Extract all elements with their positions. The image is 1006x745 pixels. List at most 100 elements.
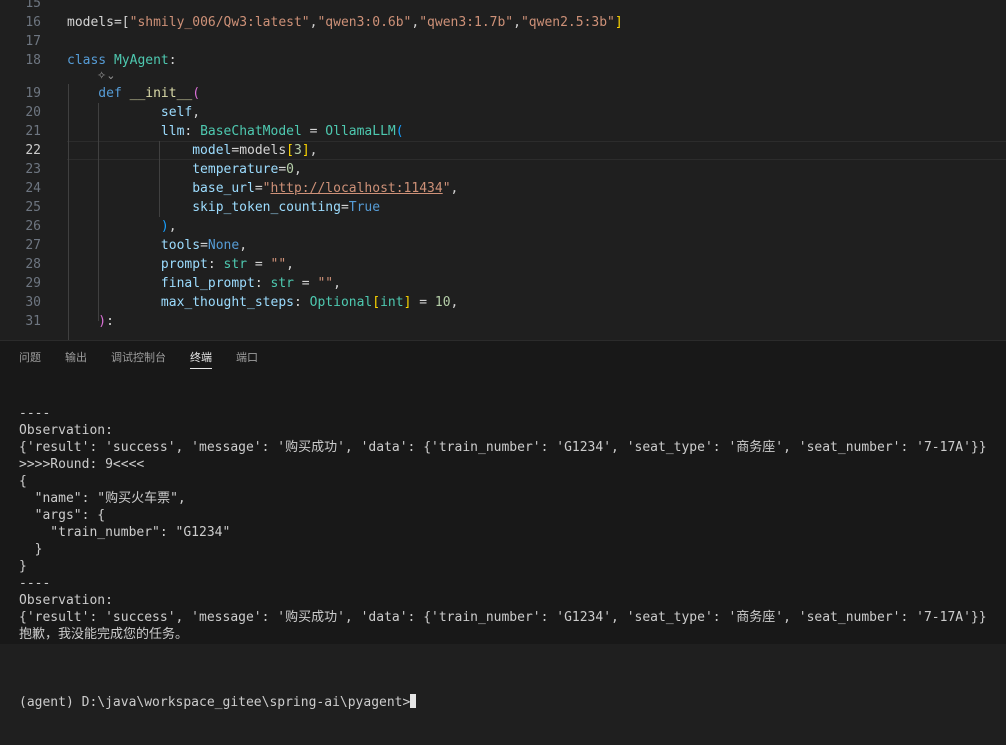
line-number: 27 (25, 238, 41, 253)
code-token: =models (231, 143, 287, 158)
code-line[interactable]: 18 class MyAgent: (0, 51, 1006, 70)
line-number: 19 (25, 86, 41, 101)
line-number: 24 (25, 181, 41, 196)
code-token: str (270, 276, 294, 291)
line-number: 30 (25, 295, 41, 310)
code-text: llm: BaseChatModel = OllamaLLM( (67, 122, 404, 141)
code-token: models=[ (67, 15, 130, 30)
code-token: 3 (294, 143, 302, 158)
terminal-prompt: (agent) D:\java\workspace_gitee\spring-a… (19, 695, 411, 710)
code-line[interactable]: 16 models=["shmily_006/Qw3:latest","qwen3… (0, 13, 1006, 32)
code-token: , (168, 219, 177, 234)
code-token: ( (395, 124, 404, 139)
terminal-line: Observation: (19, 593, 113, 608)
code-token: = (293, 276, 318, 291)
codelens[interactable]: ✧⌄ (97, 69, 115, 83)
code-token: prompt (67, 257, 208, 272)
terminal-output[interactable]: ---- Observation: {'result': 'success', 'm… (19, 371, 1006, 745)
code-line[interactable]: 26 ), (0, 217, 1006, 236)
code-token: "qwen2.5:3b" (520, 15, 615, 30)
code-token: final_prompt (67, 276, 255, 291)
code-token: " (262, 181, 271, 196)
code-token: int (380, 295, 404, 310)
code-token: "qwen3:0.6b" (317, 15, 412, 30)
code-token: "shmily_006/Qw3:latest" (129, 15, 310, 30)
terminal-prompt-line[interactable]: (agent) D:\java\workspace_gitee\spring-a… (19, 694, 1006, 711)
terminal-line: "name": "购买火车票", (19, 491, 186, 506)
code-token: , (192, 105, 201, 120)
code-line[interactable]: 27 tools=None, (0, 236, 1006, 255)
code-text: temperature=0, (67, 160, 302, 179)
code-line[interactable]: 25 skip_token_counting=True (0, 198, 1006, 217)
code-token: self (67, 105, 193, 120)
ai-sparkle-icon[interactable]: ✧⌄ (97, 69, 115, 82)
code-line[interactable]: 20 self, (0, 103, 1006, 122)
code-line[interactable]: 29 final_prompt: str = "", (0, 274, 1006, 293)
line-number: 20 (25, 105, 41, 120)
code-line[interactable]: 15 (0, 0, 1006, 13)
code-text: tools=None, (67, 236, 247, 255)
code-token: : (168, 53, 177, 68)
code-token: temperature (67, 162, 279, 177)
tab-debug-console[interactable]: 调试控制台 (111, 349, 166, 365)
code-token: , (309, 143, 318, 158)
code-token: 0 (286, 162, 294, 177)
code-token: "" (317, 276, 334, 291)
code-line[interactable]: 28 prompt: str = "", (0, 255, 1006, 274)
code-token: = (340, 200, 349, 215)
code-token: None (207, 238, 240, 253)
code-token: ) (67, 314, 107, 329)
code-token: , (239, 238, 248, 253)
code-token: __init__ (129, 86, 193, 101)
code-line[interactable]: 23 temperature=0, (0, 160, 1006, 179)
code-token: , (333, 276, 341, 291)
code-token: str (223, 257, 248, 272)
line-number: 25 (25, 200, 41, 215)
code-editor[interactable]: ✧⌄ 15 16 models=["shmily_006/Qw3:latest","… (0, 0, 1006, 340)
code-text: skip_token_counting=True (67, 198, 380, 217)
code-token: True (348, 200, 381, 215)
terminal-line: } (19, 559, 27, 574)
terminal-line: ---- (19, 576, 51, 591)
code-token: = (254, 181, 263, 196)
terminal-line: { (19, 474, 27, 489)
line-number: 18 (25, 53, 41, 68)
code-line[interactable]: 24 base_url="http://localhost:11434", (0, 179, 1006, 198)
code-line[interactable]: 30 max_thought_steps: Optional[int] = 10… (0, 293, 1006, 312)
code-token: MyAgent (113, 53, 169, 68)
code-line[interactable]: 17 (0, 32, 1006, 51)
code-token: ] (301, 143, 310, 158)
line-number: 29 (25, 276, 41, 291)
code-token: , (450, 181, 459, 196)
code-token: http://localhost:11434 (270, 181, 443, 196)
code-text: ), (67, 217, 177, 236)
code-token: [ (286, 143, 294, 158)
code-text: models=["shmily_006/Qw3:latest", "qwen3:0… (67, 13, 623, 32)
tab-output[interactable]: 输出 (65, 349, 87, 365)
line-number: 21 (25, 124, 41, 139)
code-token: tools (67, 238, 201, 253)
code-token: " (442, 181, 451, 196)
code-token: class (67, 53, 114, 68)
code-text: base_url="http://localhost:11434", (67, 179, 458, 198)
code-text: class MyAgent: (67, 51, 177, 70)
code-token: model (67, 143, 232, 158)
code-token: : (106, 314, 114, 329)
code-token: "" (270, 257, 287, 272)
tab-terminal[interactable]: 终端 (190, 349, 212, 369)
code-line[interactable]: 21 llm: BaseChatModel = OllamaLLM( (0, 122, 1006, 141)
line-number: 15 (25, 0, 41, 11)
terminal-line: 抱歉，我没能完成您的任务。 (19, 627, 189, 642)
code-token: Optional (309, 295, 373, 310)
code-line[interactable]: 19 def __init__( (0, 84, 1006, 103)
tab-problems[interactable]: 问题 (19, 349, 41, 365)
code-line[interactable]: 31 ): (0, 312, 1006, 331)
terminal-line: ---- (19, 406, 51, 421)
code-token: = (200, 238, 208, 253)
code-token: base_url (67, 181, 255, 196)
tab-ports[interactable]: 端口 (236, 349, 258, 365)
code-text: final_prompt: str = "", (67, 274, 341, 293)
code-text: self, (67, 103, 200, 122)
code-line[interactable]: 22 model=models[3], (0, 141, 1006, 160)
